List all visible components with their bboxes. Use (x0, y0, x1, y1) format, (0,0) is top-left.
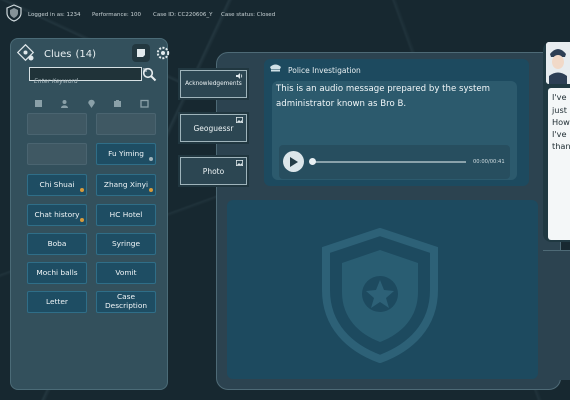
clue-vomit[interactable]: Vomit (96, 262, 156, 284)
clue-syringe[interactable]: Syringe (96, 233, 156, 255)
clue-label: Chat history (34, 209, 80, 219)
chat-input-area (543, 250, 570, 380)
clue-chat-history[interactable]: Chat history (27, 204, 87, 226)
clue-hc-hotel[interactable]: HC Hotel (96, 204, 156, 226)
chat-line: just (552, 105, 567, 115)
filter-object-icon[interactable] (113, 99, 122, 108)
clue-label: HC Hotel (109, 209, 143, 219)
tab-label: Acknowledgements (185, 81, 242, 87)
police-badge-watermark-icon (322, 228, 438, 363)
filter-person-icon[interactable] (60, 99, 69, 108)
new-indicator (80, 188, 84, 192)
audio-progress-track[interactable] (314, 161, 466, 163)
image-icon (236, 117, 243, 123)
clue-letter[interactable]: Letter (27, 291, 87, 313)
play-icon (290, 156, 298, 167)
case-id-text: Case ID: CC220606_Y (153, 12, 213, 18)
tab-label: Photo (202, 166, 225, 176)
clue-label: Syringe (111, 238, 141, 248)
clue-fu-yiming[interactable]: Fu Yiming (96, 143, 156, 165)
clue-slot-empty[interactable] (27, 113, 87, 135)
filter-location-icon[interactable] (87, 99, 96, 108)
clues-panel: Clues(14) Fu Yiming (10, 38, 170, 390)
audio-message-text: This is an audio message prepared by the… (276, 84, 491, 109)
search-box (29, 67, 142, 88)
notes-button[interactable] (132, 44, 150, 62)
audio-time: 00:00/00:41 (473, 159, 505, 165)
tab-label: Geoguessr (193, 123, 234, 133)
clue-slot-empty[interactable] (96, 113, 156, 135)
clue-label: Letter (46, 296, 68, 306)
image-icon (236, 160, 243, 166)
clue-filter-row (27, 99, 157, 109)
clue-label: Case Description (104, 292, 148, 310)
clue-case-description[interactable]: Case Description (96, 291, 156, 313)
seen-indicator (149, 157, 153, 161)
clue-label: Fu Yiming (108, 148, 144, 158)
avatar (546, 42, 570, 84)
audio-card-title: Police Investigation (288, 66, 361, 75)
performance-text: Performance: 100 (92, 12, 141, 18)
clues-count: (14) (75, 49, 96, 60)
filter-calendar-icon[interactable] (140, 99, 149, 108)
audio-progress-handle[interactable] (309, 158, 316, 165)
clue-slot-empty[interactable] (27, 143, 87, 165)
new-indicator (149, 188, 153, 192)
clues-title: Clues (14) (44, 49, 96, 60)
clue-zhang-xinyi[interactable]: Zhang Xinyi (96, 174, 156, 196)
tab-geoguessr[interactable]: Geoguessr (180, 114, 247, 142)
filter-document-icon[interactable] (34, 99, 43, 108)
top-status-bar: Logged in as: 1234 Performance: 100 Case… (0, 0, 570, 30)
settings-button[interactable] (154, 44, 172, 62)
tab-photo[interactable]: Photo (180, 157, 247, 185)
search-input[interactable] (30, 75, 141, 88)
clue-label: Boba (47, 238, 67, 248)
clues-header: Clues (14) (15, 43, 170, 65)
notes-icon (137, 49, 145, 57)
clues-puzzle-icon (17, 44, 35, 62)
chat-line: than (552, 141, 570, 151)
police-badge-logo-icon (6, 4, 22, 22)
chat-line: I've (552, 92, 567, 102)
clue-label: Chi Shuai (39, 179, 75, 189)
gear-icon (156, 46, 170, 60)
officer-portrait-icon (546, 42, 570, 84)
search-icon (142, 67, 156, 81)
clue-label: Zhang Xinyi (103, 179, 149, 189)
speaker-icon (236, 73, 243, 79)
clue-label: Mochi balls (36, 267, 78, 277)
chat-line: How (552, 117, 570, 127)
search-button[interactable] (141, 66, 157, 82)
clue-boba[interactable]: Boba (27, 233, 87, 255)
case-status-text: Case status: Closed (221, 12, 276, 18)
clue-chi-shuai[interactable]: Chi Shuai (27, 174, 87, 196)
clue-mochi-balls[interactable]: Mochi balls (27, 262, 87, 284)
play-button[interactable] (283, 151, 304, 172)
tab-acknowledgements[interactable]: Acknowledgements (180, 70, 247, 98)
clue-label: Vomit (115, 267, 137, 277)
police-hat-icon (270, 64, 281, 72)
chat-line: I've (552, 129, 567, 139)
logged-in-text: Logged in as: 1234 (28, 12, 81, 18)
new-indicator (80, 218, 84, 222)
